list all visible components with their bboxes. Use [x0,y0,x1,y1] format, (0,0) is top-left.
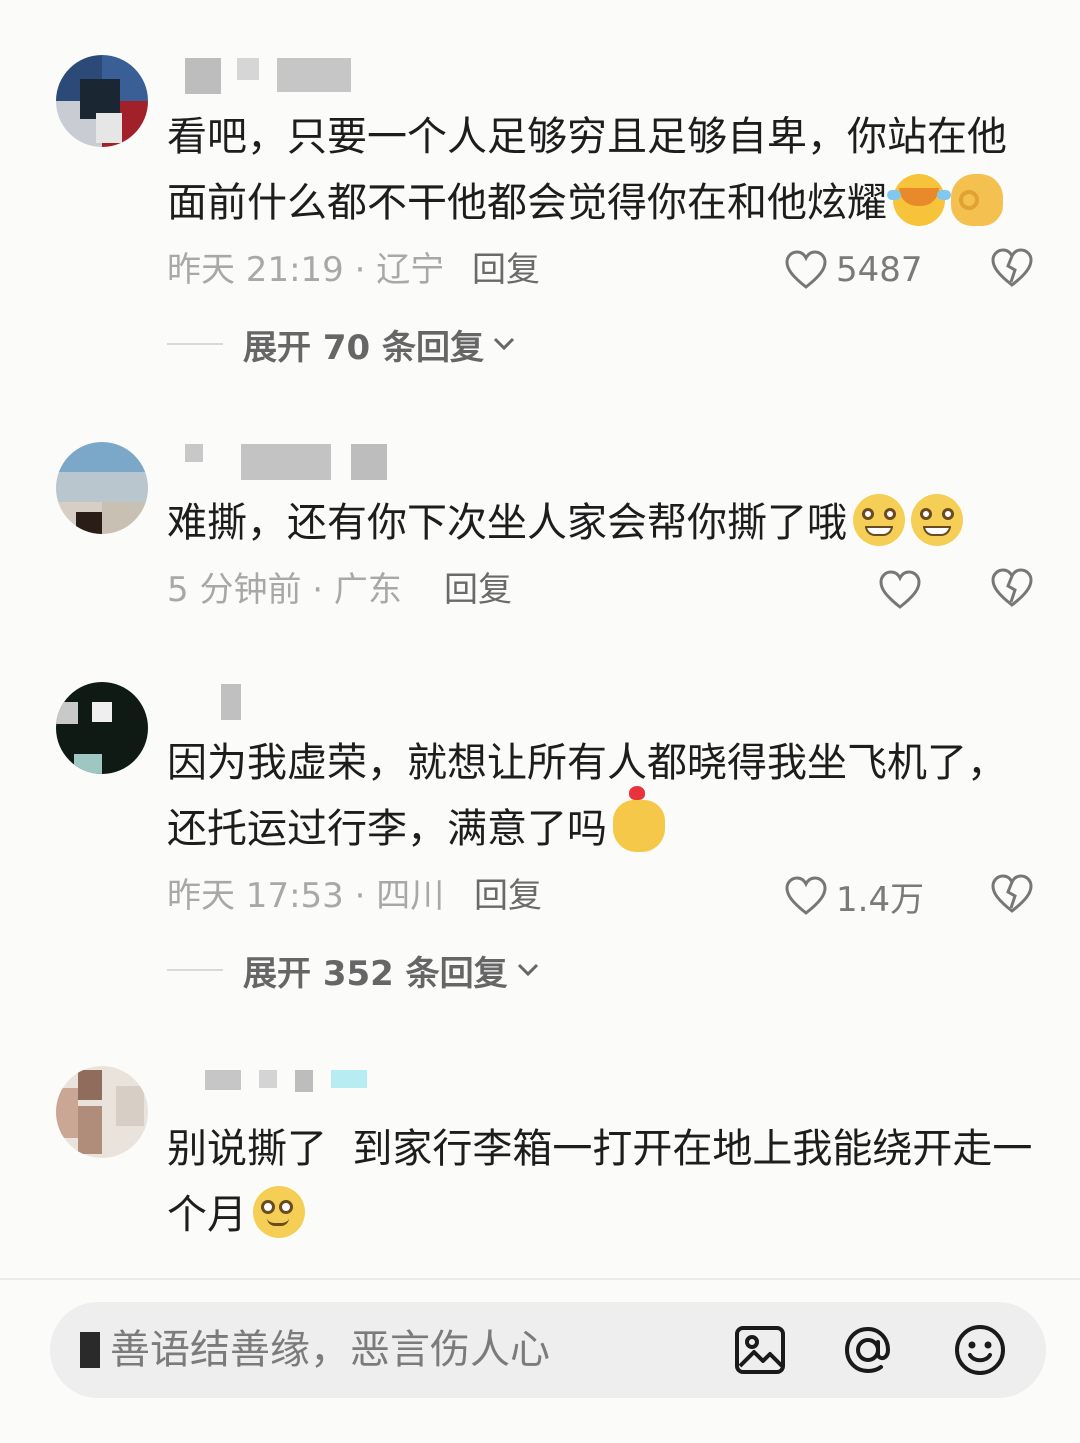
comment-text: 看吧，只要一个人足够穷且足够自卑，你站在他面前什么都不干他都会觉得你在和他炫耀 [167,114,1007,226]
chevron-down-icon [493,337,515,351]
image-icon[interactable] [732,1322,788,1378]
like-button[interactable]: 5487 [784,248,923,292]
avatar[interactable] [56,442,148,534]
text-cursor [80,1332,100,1368]
expand-label: 展开 352 条回复 [243,953,508,994]
comment-meta: 昨天 17:53 · 四川 [167,876,445,916]
dislike-button[interactable] [990,248,1034,292]
like-button[interactable] [878,568,922,612]
like-count: 1.4万 [836,879,925,920]
reply-button[interactable]: 回复 [474,874,542,918]
grinning-emoji [911,494,963,546]
divider [167,343,223,345]
comment-input[interactable]: 善语结善缘，恶言伤人心 [50,1302,1046,1398]
heart-icon [785,876,827,915]
expand-replies-button[interactable]: 展开 70 条回复 [167,322,516,368]
comment-text: 别说撕了 到家行李箱一打开在地上我能绕开走一个月 [167,1126,1033,1238]
expand-replies-button[interactable]: 展开 352 条回复 [167,948,540,994]
expand-label: 展开 70 条回复 [243,327,484,368]
comment-meta: 5 分钟前 · 广东 [167,570,402,610]
like-button[interactable]: 1.4万 [784,874,925,920]
input-placeholder: 善语结善缘，恶言伤人心 [110,1327,550,1373]
avatar[interactable] [56,55,148,147]
laughing-crying-emoji [887,174,951,226]
ok-hand-emoji [951,174,1003,226]
avatar[interactable] [56,682,148,774]
reply-button[interactable]: 回复 [472,248,540,292]
broken-heart-icon [991,568,1033,607]
reply-button[interactable]: 回复 [444,568,512,612]
heart-icon [879,570,921,609]
at-icon[interactable] [840,1322,896,1378]
comment-input-bar: 善语结善缘，恶言伤人心 [0,1278,1080,1443]
broken-heart-icon [991,874,1033,913]
comment-text: 难撕，还有你下次坐人家会帮你撕了哦 [167,490,1037,556]
dislike-button[interactable] [990,568,1034,612]
avatar[interactable] [56,1066,148,1158]
finger-heart-emoji [613,786,665,852]
divider [167,969,223,971]
chevron-down-icon [517,963,538,977]
grinning-emoji [853,494,905,546]
comment-text: 因为我虚荣，就想让所有人都晓得我坐飞机了，还托运过行李，满意了吗 [167,740,1007,852]
dazzled-smile-emoji [253,1186,305,1238]
dislike-button[interactable] [990,874,1034,918]
emoji-icon[interactable] [952,1322,1008,1378]
comment-meta: 昨天 21:19 · 辽宁 [167,250,445,290]
heart-icon [785,250,827,289]
like-count: 5487 [836,250,923,290]
broken-heart-icon [991,248,1033,287]
